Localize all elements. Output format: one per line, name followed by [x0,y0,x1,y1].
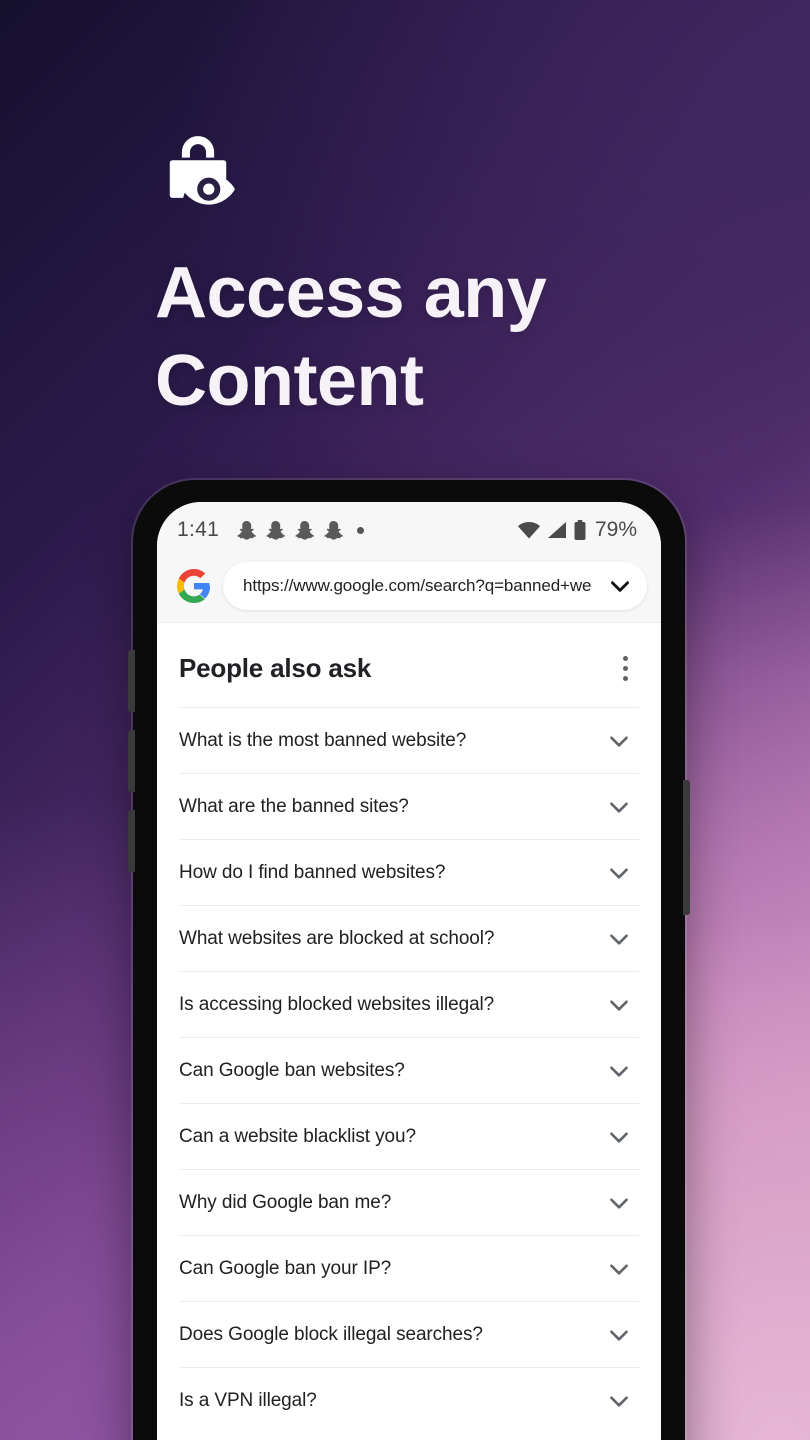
paa-question-row[interactable]: What websites are blocked at school? [179,905,639,971]
status-bar: 1:41 79% [157,502,661,558]
snapchat-ghost-icon [324,520,344,540]
chevron-down-icon[interactable] [599,992,639,1018]
battery-percentage: 79% [594,518,637,541]
lock-eye-icon [169,136,235,205]
paa-title: People also ask [179,652,372,683]
chevron-down-icon[interactable] [599,926,639,952]
phone-screen: 1:41 79% https://www.google.com/search?q… [157,502,661,1440]
chevron-down-icon[interactable] [599,1124,639,1150]
volume-up-button[interactable] [128,650,135,712]
volume-mute-button[interactable] [128,810,135,872]
power-button[interactable] [683,780,690,915]
paa-question-text: Can Google ban websites? [179,1059,405,1081]
paa-question-text: Why did Google ban me? [179,1191,392,1213]
chevron-down-icon[interactable] [599,1058,639,1084]
chevron-down-icon[interactable] [599,794,639,820]
snapchat-ghost-icon [237,520,257,540]
browser-toolbar: https://www.google.com/search?q=banned+w… [157,558,661,623]
cellular-signal-icon [547,522,566,538]
paa-question-row[interactable]: Can Google ban websites? [179,1037,639,1103]
paa-question-text: Can a website blacklist you? [179,1125,416,1147]
page-title: Access any Content [155,253,547,421]
paa-question-text: How do I find banned websites? [179,861,446,883]
status-clock: 1:41 [177,518,220,541]
chevron-down-icon[interactable] [599,728,639,754]
paa-question-row[interactable]: Does Google block illegal searches? [179,1301,639,1367]
notification-dot-icon [357,526,365,534]
url-text: https://www.google.com/search?q=banned+w… [243,576,592,595]
chevron-down-icon[interactable] [599,860,639,886]
url-input[interactable]: https://www.google.com/search?q=banned+w… [223,562,647,610]
paa-question-row[interactable]: Is accessing blocked websites illegal? [179,971,639,1037]
paa-question-row[interactable]: What is the most banned website? [179,707,639,773]
snapchat-ghost-icon [295,520,315,540]
paa-question-row[interactable]: Can Google ban your IP? [179,1235,639,1301]
google-g-icon [177,569,211,603]
paa-question-text: Does Google block illegal searches? [179,1323,483,1345]
snapchat-ghost-icon [266,520,286,540]
volume-down-button[interactable] [128,730,135,792]
people-also-ask-section: People also ask What is the most banned … [157,623,661,1433]
hero-section: Access any Content [155,128,715,426]
paa-question-text: Can Google ban your IP? [179,1257,392,1279]
paa-question-text: What is the most banned website? [179,729,467,751]
paa-question-row[interactable]: Is a VPN illegal? [179,1367,639,1433]
chevron-down-icon[interactable] [599,1322,639,1348]
paa-question-row[interactable]: Can a website blacklist you? [179,1103,639,1169]
wifi-icon [517,522,540,539]
paa-question-text: Is a VPN illegal? [179,1389,317,1411]
chevron-down-icon[interactable] [599,1388,639,1414]
paa-question-row[interactable]: How do I find banned websites? [179,839,639,905]
chevron-down-icon[interactable] [599,1190,639,1216]
overflow-menu-icon[interactable] [611,651,639,685]
chevron-down-icon[interactable] [603,573,637,599]
paa-question-row[interactable]: What are the banned sites? [179,773,639,839]
paa-question-text: Is accessing blocked websites illegal? [179,993,495,1015]
phone-mockup: 1:41 79% https://www.google.com/search?q… [128,480,690,1440]
notification-icons [237,520,365,541]
paa-question-text: What websites are blocked at school? [179,927,495,949]
battery-icon [574,520,586,540]
paa-header: People also ask [179,623,639,707]
paa-question-list: What is the most banned website? What are… [179,707,639,1433]
status-indicators: 79% [517,518,637,542]
chevron-down-icon[interactable] [599,1256,639,1282]
paa-question-text: What are the banned sites? [179,795,409,817]
paa-question-row[interactable]: Why did Google ban me? [179,1169,639,1235]
promo-screenshot: Access any Content 1:41 79% https://www.… [0,0,810,1440]
